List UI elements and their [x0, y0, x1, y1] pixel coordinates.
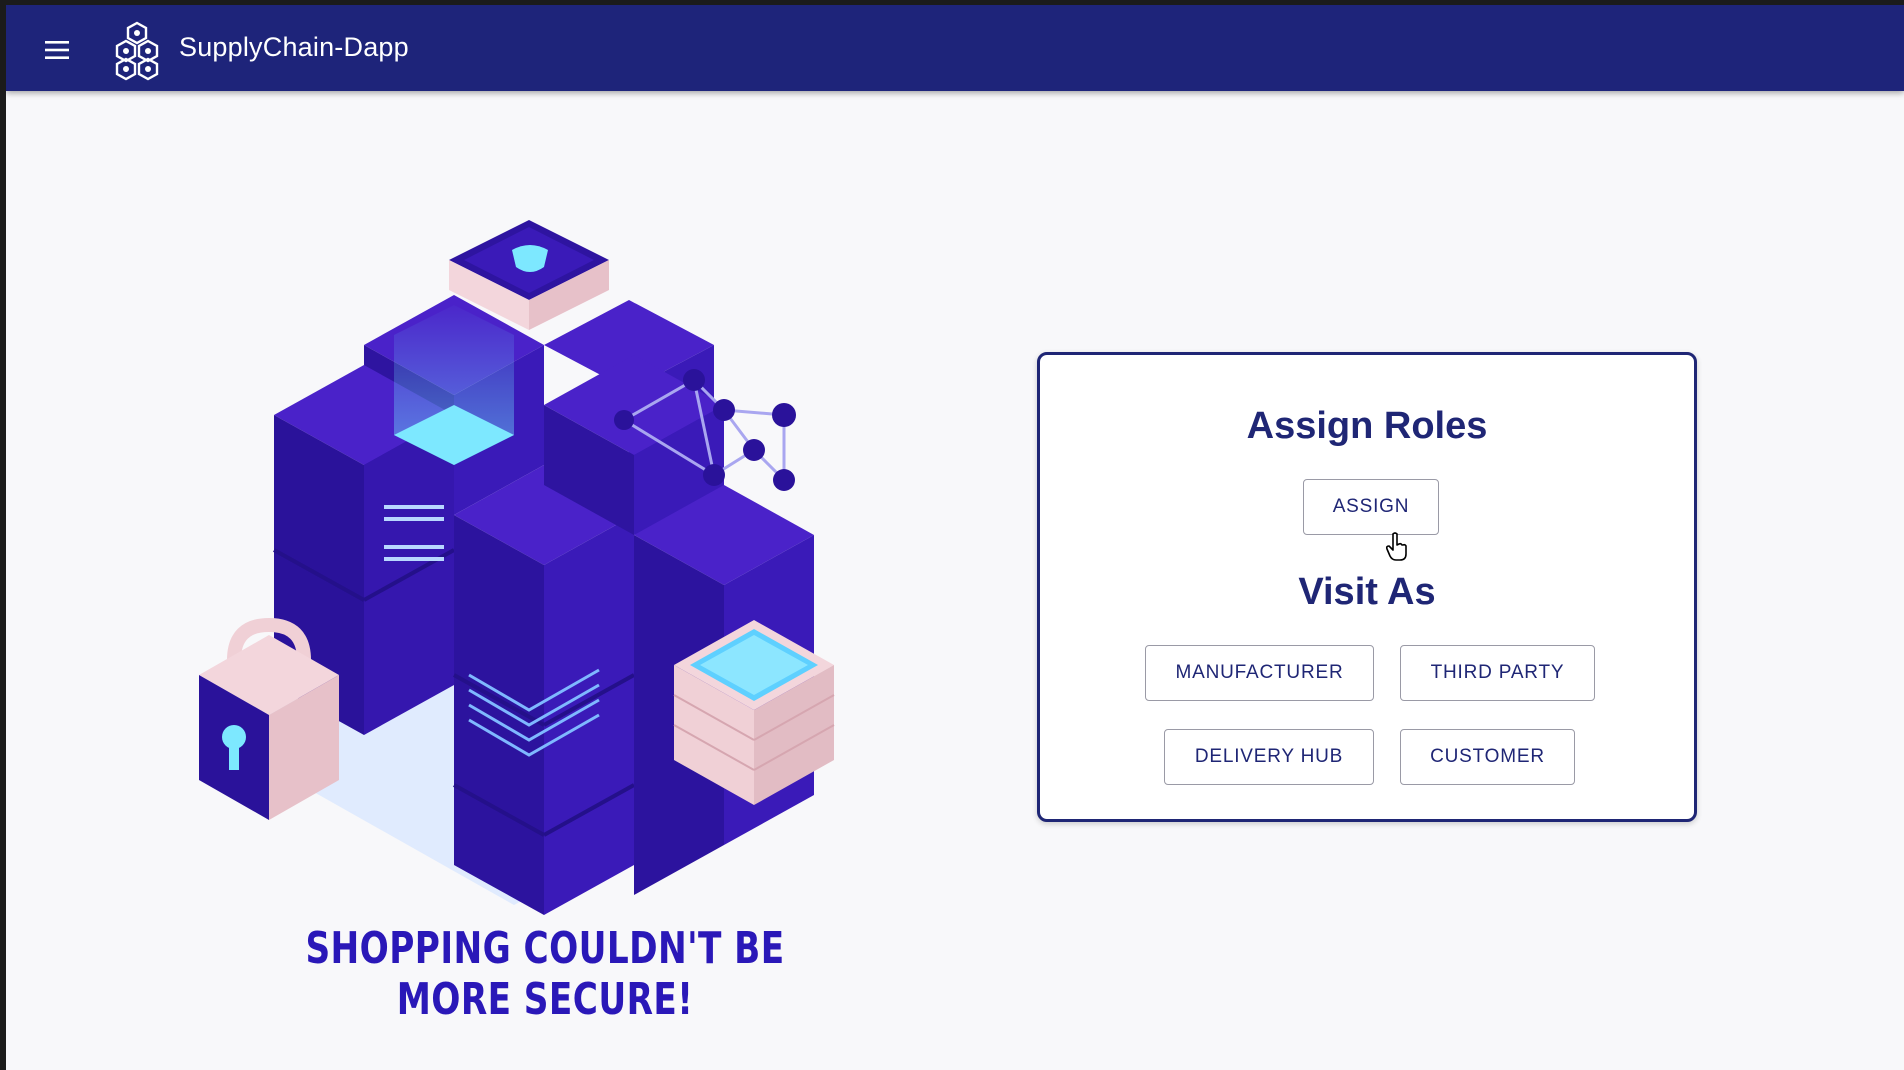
menu-icon [45, 41, 69, 59]
app-title[interactable]: SupplyChain-Dapp [179, 32, 409, 63]
visit-delivery-hub-button[interactable]: DELIVERY HUB [1164, 729, 1374, 785]
visit-as-heading: Visit As [1298, 571, 1436, 613]
hexagon-cluster-logo-icon [115, 21, 159, 81]
hero-tagline: SHOPPING COULDN'T BE MORE SECURE! [305, 923, 785, 1025]
secure-blockchain-illustration [199, 220, 835, 915]
app-bar: SupplyChain-Dapp [6, 5, 1904, 91]
assign-roles-heading: Assign Roles [1246, 405, 1488, 447]
assign-button[interactable]: ASSIGN [1303, 479, 1439, 535]
app-window: SupplyChain-Dapp SHOPPING COULDN'T BE MO… [6, 5, 1904, 1070]
visit-manufacturer-button[interactable]: MANUFACTURER [1145, 645, 1374, 701]
roles-card: Assign Roles ASSIGN Visit As MANUFACTURE… [1037, 352, 1697, 822]
menu-button[interactable] [34, 27, 80, 73]
visit-customer-button[interactable]: CUSTOMER [1400, 729, 1575, 785]
hand-pointer-cursor-icon [1385, 532, 1407, 561]
visit-third-party-button[interactable]: THIRD PARTY [1400, 645, 1595, 701]
